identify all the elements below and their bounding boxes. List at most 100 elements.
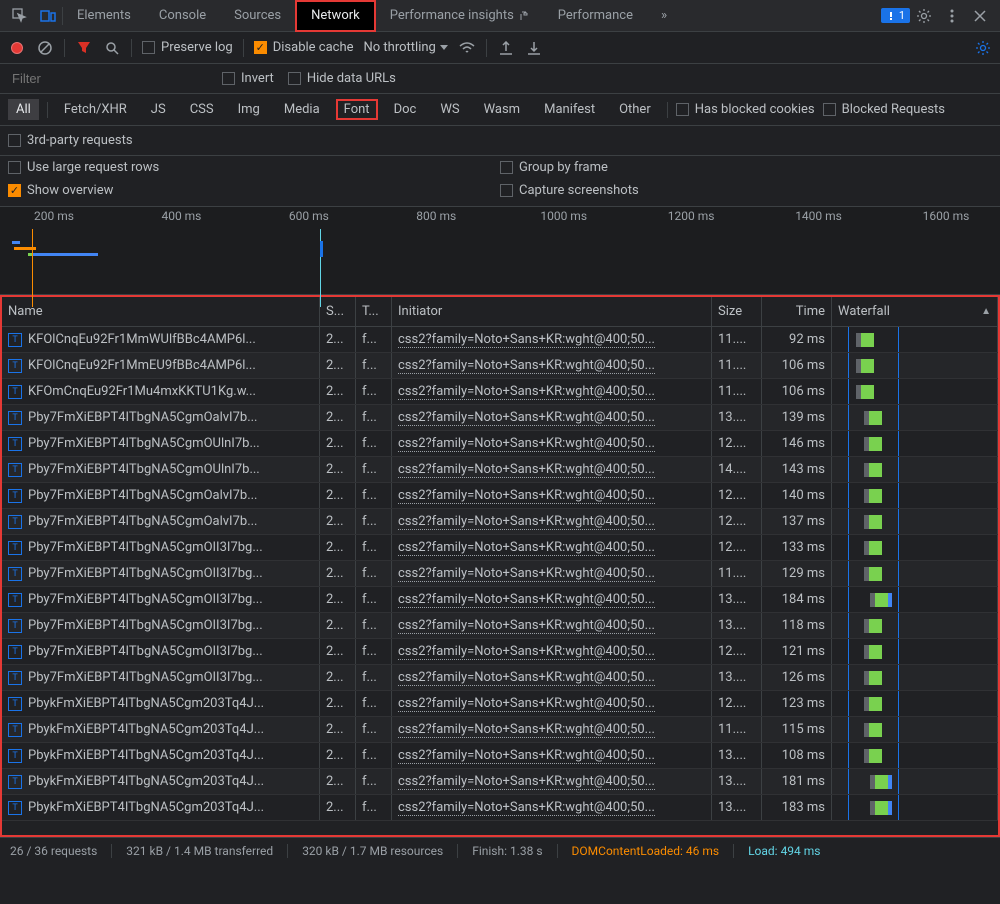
type-css[interactable]: CSS: [182, 99, 222, 120]
requests-count: 26 / 36 requests: [10, 844, 97, 858]
table-row[interactable]: TPbykFmXiEBPT4ITbgNA5Cgm203Tq4J...2...f.…: [2, 743, 998, 769]
table-row[interactable]: TPby7FmXiEBPT4ITbgNA5CgmOII3I7bg...2...f…: [2, 613, 998, 639]
tab-more[interactable]: »: [647, 0, 681, 32]
filter-icon[interactable]: [75, 39, 93, 57]
export-har-icon[interactable]: [525, 39, 543, 57]
col-time-header[interactable]: Time: [762, 297, 832, 326]
clear-button[interactable]: [36, 39, 54, 57]
type-all[interactable]: All: [8, 99, 39, 120]
capture-screenshots-checkbox[interactable]: Capture screenshots: [500, 183, 992, 198]
table-row[interactable]: TPby7FmXiEBPT4ITbgNA5CgmOUlnI7b...2...f.…: [2, 431, 998, 457]
initiator-link[interactable]: css2?family=Noto+Sans+KR:wght@400;50...: [398, 514, 655, 530]
type-cell: f...: [356, 795, 392, 820]
initiator-link[interactable]: css2?family=Noto+Sans+KR:wght@400;50...: [398, 774, 655, 790]
col-size-header[interactable]: Size: [712, 297, 762, 326]
close-icon[interactable]: [968, 4, 992, 28]
table-row[interactable]: TPby7FmXiEBPT4ITbgNA5CgmOII3I7bg...2...f…: [2, 639, 998, 665]
table-row[interactable]: TPby7FmXiEBPT4ITbgNA5CgmOII3I7bg...2...f…: [2, 561, 998, 587]
network-conditions-icon[interactable]: [458, 39, 476, 57]
type-wasm[interactable]: Wasm: [476, 99, 529, 120]
import-har-icon[interactable]: [497, 39, 515, 57]
type-fetch-xhr[interactable]: Fetch/XHR: [56, 99, 135, 120]
tick: 1200 ms: [641, 209, 741, 223]
blocked-requests-checkbox[interactable]: Blocked Requests: [823, 102, 945, 117]
settings-icon[interactable]: [912, 4, 936, 28]
search-icon[interactable]: [103, 39, 121, 57]
initiator-link[interactable]: css2?family=Noto+Sans+KR:wght@400;50...: [398, 592, 655, 608]
table-row[interactable]: TPbykFmXiEBPT4ITbgNA5Cgm203Tq4J...2...f.…: [2, 795, 998, 821]
col-type-header[interactable]: T...: [356, 297, 392, 326]
filter-input[interactable]: [8, 68, 208, 89]
initiator-link[interactable]: css2?family=Noto+Sans+KR:wght@400;50...: [398, 332, 655, 348]
table-row[interactable]: TKFOlCnqEu92Fr1MmEU9fBBc4AMP6l...2...f..…: [2, 353, 998, 379]
type-other[interactable]: Other: [611, 99, 659, 120]
table-row[interactable]: TPbykFmXiEBPT4ITbgNA5Cgm203Tq4J...2...f.…: [2, 691, 998, 717]
invert-checkbox[interactable]: Invert: [222, 71, 274, 86]
tab-console[interactable]: Console: [145, 0, 220, 32]
timeline-overview[interactable]: 200 ms 400 ms 600 ms 800 ms 1000 ms 1200…: [0, 207, 1000, 295]
show-overview-checkbox[interactable]: Show overview: [8, 183, 500, 198]
table-row[interactable]: TPby7FmXiEBPT4ITbgNA5CgmOalvI7b...2...f.…: [2, 509, 998, 535]
col-initiator-header[interactable]: Initiator: [392, 297, 712, 326]
large-rows-checkbox[interactable]: Use large request rows: [8, 160, 500, 175]
table-row[interactable]: TKFOlCnqEu92Fr1MmWUlfBBc4AMP6l...2...f..…: [2, 327, 998, 353]
preserve-log-checkbox[interactable]: Preserve log: [142, 40, 233, 55]
initiator-link[interactable]: css2?family=Noto+Sans+KR:wght@400;50...: [398, 462, 655, 478]
initiator-link[interactable]: css2?family=Noto+Sans+KR:wght@400;50...: [398, 748, 655, 764]
type-img[interactable]: Img: [230, 99, 268, 120]
initiator-link[interactable]: css2?family=Noto+Sans+KR:wght@400;50...: [398, 800, 655, 816]
col-name-header[interactable]: Name: [2, 297, 320, 326]
table-row[interactable]: TPby7FmXiEBPT4ITbgNA5CgmOalvI7b...2...f.…: [2, 405, 998, 431]
third-party-checkbox[interactable]: 3rd-party requests: [8, 133, 133, 148]
tab-performance[interactable]: Performance: [544, 0, 647, 32]
table-row[interactable]: TPby7FmXiEBPT4ITbgNA5CgmOUlnI7b...2...f.…: [2, 457, 998, 483]
type-manifest[interactable]: Manifest: [536, 99, 603, 120]
hide-data-urls-checkbox[interactable]: Hide data URLs: [288, 71, 396, 86]
initiator-link[interactable]: css2?family=Noto+Sans+KR:wght@400;50...: [398, 384, 655, 400]
initiator-link[interactable]: css2?family=Noto+Sans+KR:wght@400;50...: [398, 488, 655, 504]
inspect-icon[interactable]: [8, 4, 32, 28]
network-settings-icon[interactable]: [974, 39, 992, 57]
initiator-link[interactable]: css2?family=Noto+Sans+KR:wght@400;50...: [398, 618, 655, 634]
type-font[interactable]: Font: [336, 99, 378, 120]
tab-sources[interactable]: Sources: [220, 0, 295, 32]
table-row[interactable]: TPbykFmXiEBPT4ITbgNA5Cgm203Tq4J...2...f.…: [2, 769, 998, 795]
group-by-frame-checkbox[interactable]: Group by frame: [500, 160, 992, 175]
tab-performance-insights[interactable]: Performance insights: [376, 0, 544, 32]
has-blocked-cookies-checkbox[interactable]: Has blocked cookies: [676, 102, 815, 117]
initiator-link[interactable]: css2?family=Noto+Sans+KR:wght@400;50...: [398, 566, 655, 582]
initiator-link[interactable]: css2?family=Noto+Sans+KR:wght@400;50...: [398, 436, 655, 452]
table-row[interactable]: TPbykFmXiEBPT4ITbgNA5Cgm203Tq4J...2...f.…: [2, 717, 998, 743]
table-row[interactable]: TPby7FmXiEBPT4ITbgNA5CgmOII3I7bg...2...f…: [2, 587, 998, 613]
initiator-link[interactable]: css2?family=Noto+Sans+KR:wght@400;50...: [398, 722, 655, 738]
col-status-header[interactable]: S...: [320, 297, 356, 326]
disable-cache-checkbox[interactable]: Disable cache: [254, 40, 354, 55]
col-waterfall-header[interactable]: Waterfall▲: [832, 297, 998, 326]
type-js[interactable]: JS: [143, 99, 174, 120]
initiator-link[interactable]: css2?family=Noto+Sans+KR:wght@400;50...: [398, 644, 655, 660]
type-doc[interactable]: Doc: [386, 99, 425, 120]
issues-badge[interactable]: 1: [881, 8, 910, 23]
table-body[interactable]: TKFOlCnqEu92Fr1MmWUlfBBc4AMP6l...2...f..…: [2, 327, 998, 835]
tab-elements[interactable]: Elements: [63, 0, 145, 32]
size-cell: 11....: [712, 717, 762, 742]
initiator-link[interactable]: css2?family=Noto+Sans+KR:wght@400;50...: [398, 696, 655, 712]
throttling-select[interactable]: No throttling: [364, 40, 448, 55]
initiator-link[interactable]: css2?family=Noto+Sans+KR:wght@400;50...: [398, 540, 655, 556]
record-button[interactable]: [8, 39, 26, 57]
device-mode-icon[interactable]: [36, 4, 60, 28]
more-menu-icon[interactable]: [940, 4, 964, 28]
table-row[interactable]: TPby7FmXiEBPT4ITbgNA5CgmOII3I7bg...2...f…: [2, 665, 998, 691]
initiator-link[interactable]: css2?family=Noto+Sans+KR:wght@400;50...: [398, 358, 655, 374]
table-row[interactable]: TKFOmCnqEu92Fr1Mu4mxKKTU1Kg.w...2...f...…: [2, 379, 998, 405]
tick: 400 ms: [131, 209, 231, 223]
table-row[interactable]: TPby7FmXiEBPT4ITbgNA5CgmOII3I7bg...2...f…: [2, 535, 998, 561]
type-media[interactable]: Media: [276, 99, 328, 120]
type-ws[interactable]: WS: [432, 99, 467, 120]
waterfall-bar: [838, 327, 991, 352]
initiator-link[interactable]: css2?family=Noto+Sans+KR:wght@400;50...: [398, 670, 655, 686]
initiator-link[interactable]: css2?family=Noto+Sans+KR:wght@400;50...: [398, 410, 655, 426]
table-row[interactable]: TPby7FmXiEBPT4ITbgNA5CgmOalvI7b...2...f.…: [2, 483, 998, 509]
tab-network[interactable]: Network: [295, 0, 376, 32]
blocked-requests-label: Blocked Requests: [842, 102, 945, 117]
